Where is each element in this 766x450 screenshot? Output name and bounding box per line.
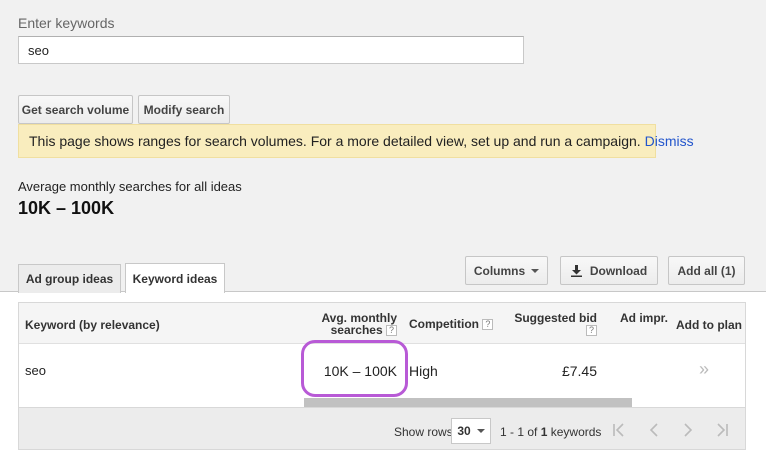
cell-competition: High [409, 363, 438, 379]
range-count: 1 [540, 425, 548, 439]
header-bid-help: ? [499, 324, 597, 337]
range-suffix: keywords [550, 425, 602, 439]
add-to-plan-icon[interactable]: » [699, 359, 709, 380]
columns-button[interactable]: Columns [465, 256, 548, 285]
first-page-icon[interactable] [611, 422, 627, 438]
help-icon[interactable]: ? [482, 319, 494, 331]
download-label: Download [589, 263, 648, 278]
add-all-button[interactable]: Add all (1) [668, 256, 745, 285]
table-footer: Show rows 30 1 - 1 of 1 keywords [18, 408, 746, 450]
last-page-icon[interactable] [714, 422, 730, 438]
table-header: Keyword (by relevance) Avg. monthly sear… [19, 303, 745, 344]
next-page-icon[interactable] [680, 422, 696, 438]
header-avg-line2: searches [330, 323, 383, 337]
scrollbar-thumb[interactable] [304, 398, 632, 407]
notice-banner: This page shows ranges for search volume… [18, 124, 694, 158]
range-prefix: 1 - 1 of [500, 425, 538, 439]
notice-text: This page shows ranges for search volume… [29, 133, 641, 149]
previous-page-icon[interactable] [646, 422, 662, 438]
header-avg[interactable]: searches ? [319, 323, 397, 337]
dismiss-link[interactable]: Dismiss [645, 133, 694, 149]
help-icon[interactable]: ? [586, 325, 597, 337]
rows-per-page-value: 30 [457, 424, 471, 438]
download-button[interactable]: Download [560, 256, 658, 285]
avg-searches-value: 10K – 100K [18, 198, 115, 218]
tab-ad-group-ideas[interactable]: Ad group ideas [18, 264, 121, 293]
cell-keyword: seo [25, 363, 46, 378]
header-competition-label: Competition [409, 317, 479, 331]
rows-per-page-select[interactable]: 30 [451, 418, 491, 444]
header-ad-impr[interactable]: Ad impr. [620, 312, 668, 324]
chevron-down-icon [476, 429, 485, 433]
modify-search-button[interactable]: Modify search [138, 95, 230, 124]
download-icon [570, 264, 582, 277]
help-icon[interactable]: ? [386, 325, 397, 337]
cell-suggested-bid: £7.45 [561, 363, 597, 379]
columns-label: Columns [473, 263, 526, 278]
highlight-annotation [301, 340, 408, 397]
header-bid-line1[interactable]: Suggested bid [499, 312, 597, 324]
chevron-down-icon [531, 268, 540, 273]
header-competition[interactable]: Competition ? [409, 317, 494, 331]
avg-searches-label: Average monthly searches for all ideas [18, 179, 242, 194]
tab-keyword-ideas[interactable]: Keyword ideas [125, 263, 225, 293]
header-keyword[interactable]: Keyword (by relevance) [25, 319, 160, 331]
show-rows-label: Show rows [394, 425, 453, 439]
header-add-to-plan: Add to plan [676, 318, 742, 332]
keywords-label: Enter keywords [18, 15, 115, 31]
pagination-range: 1 - 1 of 1 keywords [500, 425, 601, 439]
get-search-volume-button[interactable]: Get search volume [18, 95, 133, 124]
keywords-input[interactable] [18, 36, 524, 64]
